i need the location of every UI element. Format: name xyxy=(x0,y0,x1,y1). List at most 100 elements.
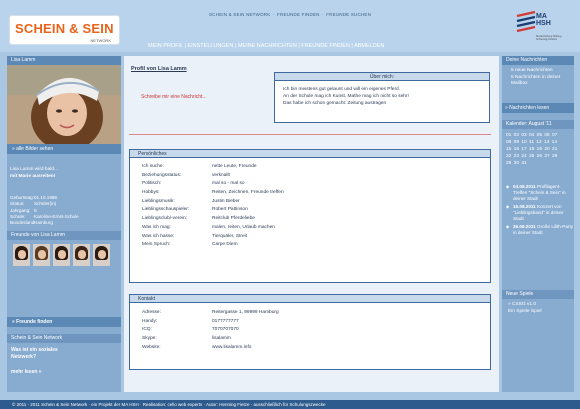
personal-row: Ich suche: nette Leute, Freunde xyxy=(130,163,490,172)
events-list: 04.08.2011 Profilagent-Treffen "Schein &… xyxy=(502,184,574,236)
top-link-find[interactable]: FREUNDE FINDEN xyxy=(277,12,320,17)
event-date: 04.08.2011 xyxy=(513,184,536,189)
nav-settings[interactable]: EINSTELLUNGEN xyxy=(187,43,233,49)
profile-photo[interactable] xyxy=(7,65,121,144)
row-label: Hobbys: xyxy=(142,190,160,196)
about-me-text: Ich bin meistens gut gelaunt und will ei… xyxy=(275,81,489,112)
friends-section: Freunde von Lisa Lamm xyxy=(7,231,121,270)
row-label: Lieblingsclub/-verein: xyxy=(142,216,188,222)
about-line: An der Schule mag ich Kunst, Mathe mag i… xyxy=(283,94,409,99)
games-title: Neue Spiele xyxy=(502,290,574,299)
friends-title: Freunde von Lisa Lamm xyxy=(7,231,121,240)
contact-row: Website: www.lisalamm.info xyxy=(130,344,490,353)
more-info-link[interactable]: mehr lesen » xyxy=(7,365,121,379)
read-messages-link[interactable]: » Nachrichten lesen xyxy=(502,103,574,113)
personal-box: Persönliches Ich suche: nette Leute, Freu… xyxy=(129,149,491,283)
right-sidebar: Deine Nachrichten 5 neue Nachrichten 5 N… xyxy=(502,56,574,392)
calendar-grid: 01 02 03 04 05 06 07 08 09 10 11 12 13 1… xyxy=(502,129,574,167)
row-label: Skype: xyxy=(142,336,157,342)
top-link-search[interactable]: FREUNDE SUCHEN xyxy=(326,12,371,17)
network-question[interactable]: Was ist ein soziales Netzwerk? xyxy=(7,343,121,365)
row-label: Ich suche: xyxy=(142,164,164,169)
write-message-link[interactable]: Schreibe mir eine Nachricht... xyxy=(141,94,207,100)
row-value: mal so - mal so xyxy=(212,181,245,187)
nav-messages[interactable]: MEINE NACHRICHTEN xyxy=(238,43,297,49)
network-title: Schein & Sein Network xyxy=(7,334,121,343)
row-value: nette Leute, Freunde xyxy=(212,164,257,169)
nav-logout[interactable]: ABMELDEN xyxy=(354,43,384,49)
page: SCHEIN & SEIN NETWORK · FREUNDE FINDEN ·… xyxy=(0,0,580,409)
page-title: Profil von Lisa Lamm xyxy=(131,66,187,72)
personal-title: Persönliches xyxy=(130,150,490,158)
event-item[interactable]: 16.08.2011 Konzert von "Lieblingsband" i… xyxy=(502,204,574,222)
find-friends-link[interactable]: » Freunde finden xyxy=(7,317,121,327)
row-value: lisalamm xyxy=(212,336,231,342)
row-label: Handy: xyxy=(142,318,158,324)
mailbox-link[interactable]: 5 Nachrichten in deiner Mailbox xyxy=(511,75,570,88)
event-item[interactable]: 26.08.2011 Große Lilith-Party in deiner … xyxy=(502,224,574,236)
row-value: 7070707070 xyxy=(212,327,239,333)
personal-row: Lieblingsclub/-verein: Reitclub Pferdelie… xyxy=(130,215,490,224)
row-value: Reitergasse 1, 99999 Hamburg xyxy=(212,310,279,315)
calendar-week[interactable]: 22 23 24 25 26 27 28 xyxy=(502,153,574,160)
status-box: Lisa Lamm wird bald... mit Marie ausreit… xyxy=(10,166,120,180)
find-friends-bar: » Freunde finden xyxy=(7,317,121,327)
calendar-title: Kalender: August '11 xyxy=(502,120,574,129)
nav-my-profile[interactable]: MEIN PROFIL xyxy=(148,43,183,49)
main-navigation: MEIN PROFIL | EINSTELLUNGEN | MEINE NACH… xyxy=(148,43,385,49)
ma-hsh-logo: MA HSH Medienbildung Stiftung Schleswig-H… xyxy=(515,10,573,54)
row-value: Reitclub Pferdeliebe xyxy=(212,216,255,222)
personal-row: Hobbys: Reiten, Zeichnen, Freunde treffen xyxy=(130,189,490,198)
row-label: Mein Spruch: xyxy=(142,242,171,248)
logo-text: SCHEIN & SEIN xyxy=(15,21,114,36)
logo-subtext: NETWORK xyxy=(90,38,111,43)
row-value: Justin Bieber xyxy=(212,198,240,204)
contact-row: ICQ: 7070707070 xyxy=(130,326,490,335)
contact-rows: Adresse: Reitergasse 1, 99999 Hamburg Han… xyxy=(130,303,490,352)
website-link[interactable]: www.lisalamm.info xyxy=(212,344,490,353)
friend-avatar[interactable] xyxy=(53,244,70,266)
row-label: Adresse: xyxy=(142,310,161,315)
status-line-1: Lisa Lamm wird bald... xyxy=(10,167,58,172)
event-item[interactable]: 04.08.2011 Profilagent-Treffen "Schein &… xyxy=(502,184,574,202)
user-info-list: Geburtstag: 01.10.1998 Status: Schüler(in)… xyxy=(10,195,120,226)
network-question-line-2: Netzwerk? xyxy=(11,354,37,360)
divider xyxy=(129,134,491,135)
profile-photo-image xyxy=(7,65,121,144)
personal-row: Was ich hasse: Tierquäler, Streit xyxy=(130,233,490,242)
row-value: Reiten, Zeichnen, Freunde treffen xyxy=(212,190,284,196)
row-value: Carpe Diem xyxy=(212,242,238,248)
contact-box: Kontakt Adresse: Reitergasse 1, 99999 Ham… xyxy=(129,294,491,370)
friend-avatar[interactable] xyxy=(93,244,110,266)
status-line-2: mit Marie ausreiten! xyxy=(10,174,56,179)
all-photos-link[interactable]: » alle Bilder sehen xyxy=(7,144,121,154)
row-value: malen, reiten, Urlaub machen xyxy=(212,224,275,230)
nav-find-friends[interactable]: FREUNDE FINDEN xyxy=(301,43,350,49)
calendar-week[interactable]: 08 09 10 11 12 13 14 xyxy=(502,139,574,146)
personal-row: Was ich mag: malen, reiten, Urlaub machen xyxy=(130,224,490,233)
friend-avatar[interactable] xyxy=(73,244,90,266)
personal-row: Beziehungsstatus: verknallt xyxy=(130,172,490,181)
calendar-week[interactable]: 15 16 17 18 19 20 21 xyxy=(502,146,574,153)
row-value: verknallt xyxy=(212,172,230,178)
top-link-network[interactable]: SCHEIN & SEIN NETWORK xyxy=(209,12,270,17)
info-value: Schüler(in) xyxy=(34,201,57,207)
personal-row: Mein Spruch: Carpe Diem xyxy=(130,241,490,250)
games-section: Neue Spiele » CSSG v1.0 Ein Spiele Spiel xyxy=(502,290,574,315)
row-label: Lieblingsschauspieler: xyxy=(142,207,190,213)
user-name-bar: Lisa Lamm xyxy=(7,56,121,65)
contact-row: Adresse: Reitergasse 1, 99999 Hamburg xyxy=(130,309,490,318)
ma-hsh-subtitle: Medienbildung Stiftung Schleswig-Holstei… xyxy=(536,35,562,41)
calendar-week[interactable]: 01 02 03 04 05 06 07 xyxy=(502,132,574,139)
main-content: Profil von Lisa Lamm Schreibe mir eine N… xyxy=(124,56,499,392)
about-line: Das habe ich schon gemacht: Zeitung aust… xyxy=(283,101,387,106)
friend-avatar[interactable] xyxy=(13,244,30,266)
game-link[interactable]: Ein Spiele Spiel xyxy=(508,309,570,316)
event-date: 16.08.2011 xyxy=(513,204,536,209)
calendar-week[interactable]: 29 30 31 xyxy=(502,160,574,167)
row-value: Tierquäler, Streit xyxy=(212,233,248,239)
row-label: Beziehungsstatus: xyxy=(142,172,182,178)
friend-avatar[interactable] xyxy=(33,244,50,266)
friends-thumbnails xyxy=(7,240,121,270)
schein-sein-logo[interactable]: SCHEIN & SEIN NETWORK xyxy=(9,15,120,45)
